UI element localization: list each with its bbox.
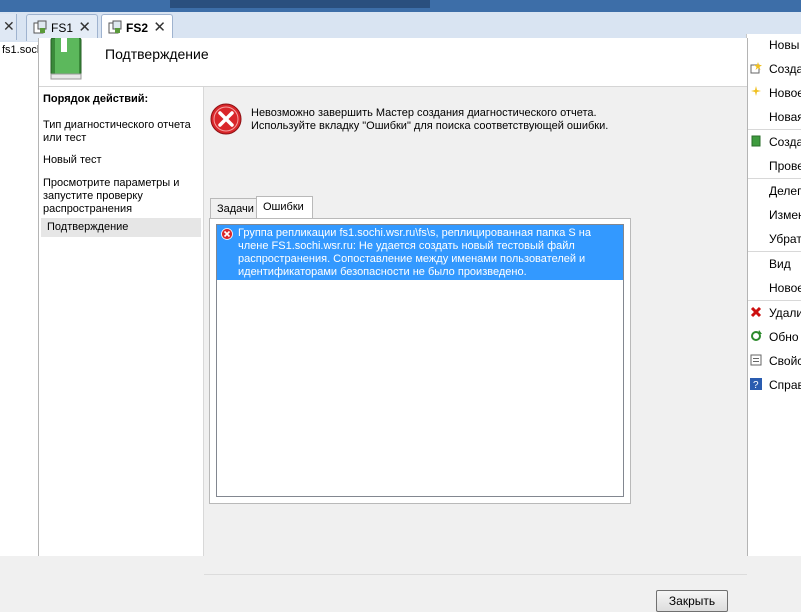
- action-label: Обно: [769, 330, 799, 344]
- action-item[interactable]: Измен: [747, 204, 801, 226]
- action-item[interactable]: Новы: [747, 34, 801, 56]
- window-top-strip: [0, 0, 801, 12]
- action-item[interactable]: Новое: [747, 82, 801, 104]
- action-label: Новое: [769, 281, 801, 295]
- sparkle-icon: [751, 86, 761, 96]
- new-item-icon: [750, 62, 762, 74]
- action-label: Новая: [769, 110, 801, 124]
- svg-text:?: ?: [753, 380, 759, 390]
- action-label: Убрат: [769, 232, 801, 246]
- previous-tab-close[interactable]: ✕: [0, 14, 17, 40]
- action-label: Созда: [769, 62, 801, 76]
- dialog-title: Подтверждение: [105, 46, 209, 62]
- action-item[interactable]: Свойс: [747, 350, 801, 372]
- tree-item[interactable]: fs1.soch: [2, 44, 43, 56]
- step-item: Просмотрите параметры и запустите провер…: [43, 177, 180, 215]
- action-item[interactable]: Созда: [747, 131, 801, 153]
- delete-icon: [750, 306, 762, 318]
- errors-panel: Группа репликации fs1.sochi.wsr.ru\fs\s,…: [209, 218, 631, 504]
- close-icon[interactable]: ✕: [3, 18, 15, 35]
- action-item[interactable]: Прове: [747, 155, 801, 177]
- tab-label: FS2: [126, 21, 149, 35]
- action-label: Созда: [769, 135, 801, 149]
- tree-pane: fs1.soch: [0, 42, 43, 556]
- properties-icon: [750, 354, 762, 366]
- wizard-dialog: Подтверждение Порядок действий: Тип диаг…: [38, 38, 748, 612]
- refresh-icon: [751, 330, 762, 341]
- content-pane: Невозможно завершить Мастер создания диа…: [204, 87, 747, 612]
- action-label: Вид: [769, 257, 791, 271]
- action-label: Новое: [769, 86, 801, 100]
- action-label: Измен: [769, 208, 801, 222]
- tab-fs1[interactable]: FS1 ✕: [26, 14, 98, 41]
- action-item[interactable]: Обно: [747, 326, 801, 348]
- help-icon: ?: [750, 378, 762, 390]
- list-item[interactable]: Группа репликации fs1.sochi.wsr.ru\fs\s,…: [217, 225, 623, 280]
- separator: [747, 251, 801, 252]
- action-label: Новы: [769, 38, 800, 52]
- error-message: Невозможно завершить Мастер создания диа…: [251, 107, 671, 133]
- error-message-line: Невозможно завершить Мастер создания диа…: [251, 107, 597, 119]
- dialog-footer: Закрыть: [204, 574, 747, 612]
- action-item[interactable]: Новая: [747, 106, 801, 128]
- wizard-book-icon: [50, 38, 82, 80]
- step-item-current: Подтверждение: [41, 218, 201, 237]
- step-item: Новый тест: [43, 154, 102, 166]
- server-icon: [33, 20, 47, 34]
- separator: [747, 129, 801, 130]
- tab-label: Задачи: [217, 203, 254, 215]
- close-icon[interactable]: ✕: [153, 18, 166, 36]
- close-button[interactable]: Закрыть: [656, 590, 728, 612]
- error-text: Группа репликации fs1.sochi.wsr.ru\fs\s,…: [238, 227, 591, 278]
- tab-tasks[interactable]: Задачи: [210, 198, 258, 219]
- steps-pane: Порядок действий: Тип диагностического о…: [39, 87, 204, 556]
- action-item[interactable]: Удали: [747, 302, 801, 324]
- action-label: Свойс: [769, 354, 801, 368]
- server-icon: [108, 20, 122, 34]
- close-icon[interactable]: ✕: [78, 18, 91, 36]
- create-green-icon: [751, 135, 761, 147]
- action-item[interactable]: Созда: [747, 58, 801, 80]
- separator: [747, 300, 801, 301]
- error-icon: [221, 228, 233, 240]
- action-label: Делег: [769, 184, 801, 198]
- separator: [747, 178, 801, 179]
- action-item[interactable]: Делег: [747, 180, 801, 202]
- error-message-line: Используйте вкладку "Ошибки" для поиска …: [251, 120, 609, 132]
- top-strip-dark: [170, 0, 430, 8]
- step-item: Тип диагностического отчета или тест: [43, 119, 191, 144]
- action-item[interactable]: Убрат: [747, 228, 801, 250]
- action-item[interactable]: ? Справ: [747, 374, 801, 396]
- tab-errors[interactable]: Ошибки: [256, 196, 313, 220]
- errors-list[interactable]: Группа репликации fs1.sochi.wsr.ru\fs\s,…: [216, 224, 624, 497]
- action-label: Справ: [769, 378, 801, 392]
- tab-label: Ошибки: [263, 201, 304, 213]
- dialog-header: Подтверждение: [39, 38, 747, 87]
- action-item[interactable]: Вид: [747, 253, 801, 275]
- action-label: Прове: [769, 159, 801, 173]
- action-item[interactable]: Новое: [747, 277, 801, 299]
- actions-pane: Новы Созда Новое Новая Созда Прове Делег…: [746, 34, 801, 556]
- steps-header: Порядок действий:: [43, 93, 149, 105]
- error-icon: [210, 103, 242, 135]
- action-label: Удали: [769, 306, 801, 320]
- tab-label: FS1: [51, 21, 74, 35]
